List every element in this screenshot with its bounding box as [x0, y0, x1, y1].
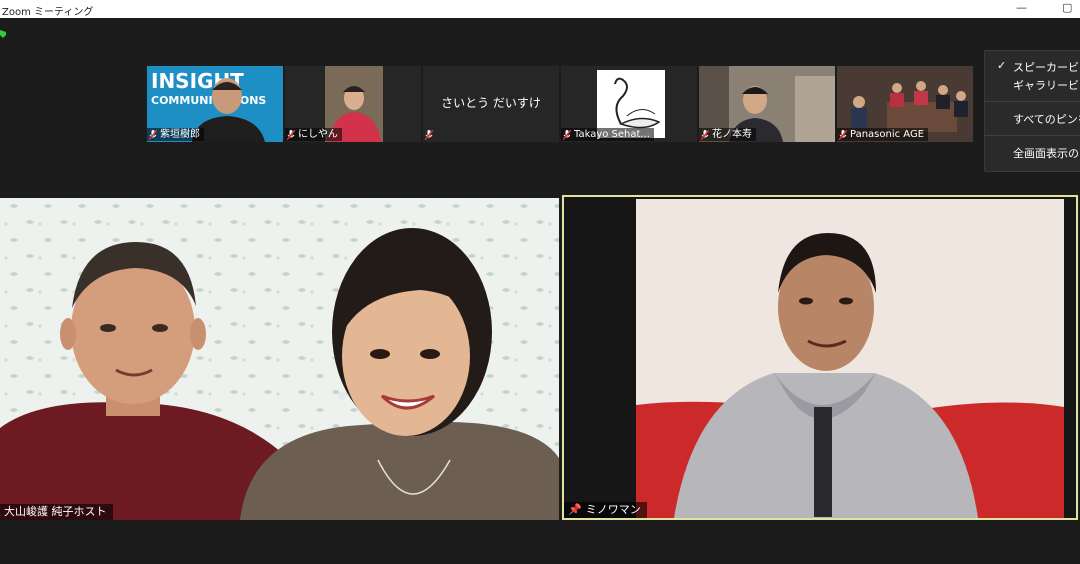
thumbnail-hananomoto[interactable]: 花ノ本寿	[699, 66, 835, 142]
participant-name-tag: Takayo Sehat...	[561, 128, 654, 141]
menu-item-unpin-all[interactable]: すべてのピンを	[1013, 111, 1080, 127]
participant-name: ミノワマン	[585, 503, 641, 516]
video-name-tag: 大山峻護 純子ホスト	[0, 504, 113, 520]
menu-divider	[985, 101, 1080, 102]
participant-video	[564, 197, 1076, 518]
thumbnail-strip: INSIGHT COMMUNICATIONS 紫垣樹郎 にしやん さいとう だい…	[147, 66, 977, 142]
participant-name-tag	[423, 128, 440, 141]
participant-name: 紫垣樹郎	[160, 129, 200, 140]
maximize-icon[interactable]: ▢	[1062, 1, 1072, 14]
communications-logo-text: COMMUNICATIONS	[151, 94, 266, 107]
minimize-icon[interactable]: —	[1016, 1, 1027, 14]
thumbnail-nishiyan[interactable]: にしやん	[285, 66, 421, 142]
video-active-speaker[interactable]: 📌 ミノワマン	[562, 195, 1078, 520]
thumbnail-saito[interactable]: さいとう だいすけ	[423, 66, 559, 142]
muted-mic-icon	[287, 129, 295, 140]
meeting-stage: INSIGHT COMMUNICATIONS 紫垣樹郎 にしやん さいとう だい…	[0, 18, 1080, 564]
participant-name-tag: にしやん	[285, 128, 342, 141]
participant-name-tag: Panasonic AGE	[837, 128, 929, 141]
thumbnail-shigaki[interactable]: INSIGHT COMMUNICATIONS 紫垣樹郎	[147, 66, 283, 142]
muted-mic-icon	[425, 129, 433, 140]
participant-name: Panasonic AGE	[850, 129, 925, 140]
video-name-tag: 📌 ミノワマン	[564, 502, 647, 518]
menu-divider	[985, 135, 1080, 136]
menu-item-fullscreen[interactable]: 全画面表示の	[1013, 145, 1079, 161]
thumbnail-panasonic[interactable]: Panasonic AGE	[837, 66, 973, 142]
view-menu: ✓ スピーカービュー ギャラリービュー すべてのピンを 全画面表示の	[984, 50, 1080, 172]
checkmark-icon: ✓	[997, 59, 1007, 72]
participant-display-name: さいとう だいすけ	[441, 96, 541, 110]
participant-name-tag: 花ノ本寿	[699, 128, 756, 141]
participant-video	[0, 198, 559, 520]
video-host-left[interactable]: 大山峻護 純子ホスト	[0, 198, 559, 520]
participant-name: 花ノ本寿	[712, 129, 752, 140]
security-shield-icon[interactable]	[0, 30, 6, 38]
participant-name: にしやん	[298, 129, 338, 140]
muted-mic-icon	[701, 129, 709, 140]
participant-name: Takayo Sehat...	[574, 129, 650, 140]
thumbnail-takayo[interactable]: Takayo Sehat...	[561, 66, 697, 142]
menu-item-gallery-view[interactable]: ギャラリービュー	[1013, 77, 1080, 93]
muted-mic-icon	[563, 129, 571, 140]
muted-mic-icon	[149, 129, 157, 140]
window-title: Zoom ミーティング	[2, 7, 94, 18]
muted-mic-icon	[839, 129, 847, 140]
participant-name-tag: 紫垣樹郎	[147, 128, 204, 141]
pin-icon: 📌	[568, 503, 582, 516]
menu-item-speaker-view[interactable]: スピーカービュー	[1013, 59, 1080, 75]
window-titlebar: Zoom ミーティング — ▢	[0, 0, 1080, 18]
